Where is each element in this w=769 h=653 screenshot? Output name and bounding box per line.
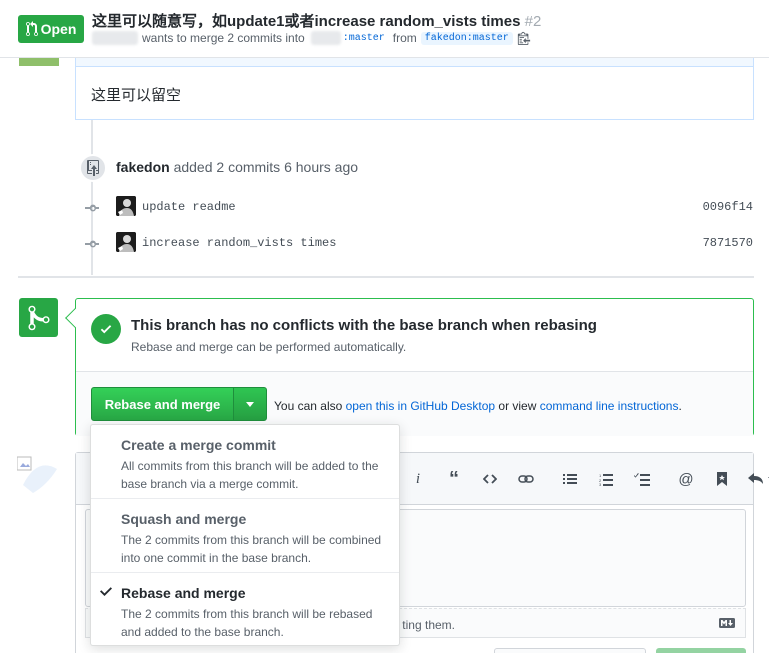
comment-submit-button[interactable] bbox=[656, 648, 746, 653]
pr-state-label: Open bbox=[40, 21, 77, 37]
menu-item-title: Create a merge commit bbox=[121, 437, 276, 453]
menu-item-create-merge-commit[interactable]: Create a merge commit All commits from t… bbox=[91, 425, 399, 499]
check-icon bbox=[100, 587, 112, 596]
menu-item-description: The 2 commits from this branch will be c… bbox=[121, 533, 382, 565]
link-icon[interactable] bbox=[514, 468, 538, 490]
head-branch[interactable]: fakedon:master bbox=[420, 31, 513, 45]
attach-hint-text: ting them. bbox=[402, 618, 455, 632]
commit-row: update readme 0096f14 bbox=[0, 196, 769, 220]
pr-sticky-header: Open 这里可以随意写，如update1或者increase random_v… bbox=[0, 0, 769, 58]
rebase-and-merge-button[interactable]: Rebase and merge bbox=[91, 387, 234, 421]
pr-number: #2 bbox=[524, 13, 542, 30]
svg-text:3: 3 bbox=[599, 482, 602, 486]
broken-avatar-image bbox=[17, 456, 57, 493]
task-list-icon[interactable] bbox=[630, 468, 654, 490]
merge-hint-mid: or view bbox=[498, 399, 537, 413]
base-branch[interactable]: :master bbox=[339, 32, 389, 45]
menu-item-description: All commits from this branch will be add… bbox=[121, 459, 379, 491]
code-icon[interactable] bbox=[478, 468, 502, 490]
open-github-desktop-link[interactable]: open this in GitHub Desktop bbox=[346, 399, 495, 413]
commit-message[interactable]: update readme bbox=[142, 200, 236, 214]
pr-title: 这里可以随意写，如update1或者increase random_vists … bbox=[92, 10, 541, 31]
pr-title-text: 这里可以随意写，如update1或者increase random_vists … bbox=[92, 13, 521, 30]
author-redacted bbox=[92, 31, 138, 45]
commit-row: increase random_vists times 7871570 bbox=[0, 232, 769, 256]
pr-meta-from: from bbox=[392, 31, 417, 45]
bookmark-icon[interactable] bbox=[710, 468, 734, 490]
git-commit-icon bbox=[85, 240, 99, 248]
menu-item-squash-and-merge[interactable]: Squash and merge The 2 commits from this… bbox=[91, 499, 399, 573]
commit-author-avatar[interactable] bbox=[116, 196, 136, 216]
avatar[interactable] bbox=[19, 58, 59, 66]
status-check bbox=[91, 314, 121, 344]
merge-box: This branch has no conflicts with the ba… bbox=[65, 298, 754, 436]
merge-hint: You can also open this in GitHub Desktop… bbox=[274, 399, 682, 413]
comment-body: 这里可以留空 bbox=[91, 87, 182, 104]
comment-header bbox=[76, 58, 753, 67]
merge-hint-prefix: You can also bbox=[274, 399, 343, 413]
merge-method-menu: Create a merge commit All commits from t… bbox=[90, 424, 400, 646]
reply-icon[interactable] bbox=[746, 468, 769, 490]
unordered-list-icon[interactable] bbox=[558, 468, 582, 490]
check-icon bbox=[100, 325, 112, 334]
ordered-list-icon[interactable]: 123 bbox=[594, 468, 618, 490]
pr-meta: wants to merge 2 commits into :master fr… bbox=[92, 31, 531, 45]
commit-event: fakedon added 2 commits 6 hours ago bbox=[116, 159, 358, 175]
caret-down-icon bbox=[246, 401, 254, 407]
event-text: added 2 commits 6 hours ago bbox=[173, 159, 359, 175]
clipboard-icon[interactable] bbox=[517, 31, 531, 45]
merge-hint-suffix: . bbox=[678, 399, 682, 413]
close-pull-request-button[interactable] bbox=[494, 648, 646, 653]
quote-icon[interactable]: “ bbox=[442, 468, 466, 490]
command-line-instructions-link[interactable]: command line instructions bbox=[540, 399, 679, 413]
base-owner-redacted bbox=[310, 31, 341, 45]
commit-author-avatar[interactable] bbox=[116, 232, 136, 252]
merge-status-subtitle: Rebase and merge can be performed automa… bbox=[131, 340, 407, 354]
merge-status-title: This branch has no conflicts with the ba… bbox=[131, 317, 597, 334]
event-actor[interactable]: fakedon bbox=[116, 159, 170, 175]
pull-request-icon bbox=[25, 21, 38, 37]
commit-message[interactable]: increase random_vists times bbox=[142, 236, 336, 250]
menu-item-rebase-and-merge[interactable]: Rebase and merge The 2 commits from this… bbox=[91, 573, 399, 647]
merge-method-dropdown-button[interactable] bbox=[233, 387, 267, 421]
pr-state-badge: Open bbox=[18, 15, 84, 43]
git-commit-icon bbox=[85, 204, 99, 212]
commit-sha[interactable]: 0096f14 bbox=[703, 200, 753, 214]
pr-comment: 这里可以留空 bbox=[75, 58, 754, 120]
portrait-icon bbox=[116, 232, 136, 252]
markdown-toolbar: i “ 123 @ bbox=[406, 468, 769, 490]
markdown-icon bbox=[719, 618, 735, 628]
merge-box-pointer bbox=[65, 308, 85, 328]
merge-status-icon bbox=[19, 298, 58, 337]
timeline-divider bbox=[18, 276, 754, 278]
commit-event-badge bbox=[79, 154, 107, 182]
menu-item-title: Rebase and merge bbox=[121, 585, 246, 601]
git-merge-icon bbox=[28, 305, 49, 330]
portrait-icon bbox=[116, 196, 136, 216]
italic-icon[interactable]: i bbox=[406, 468, 430, 490]
menu-item-description: The 2 commits from this branch will be r… bbox=[121, 607, 373, 639]
pr-meta-wants: wants to merge 2 commits into bbox=[142, 31, 305, 45]
mention-icon[interactable]: @ bbox=[674, 468, 698, 490]
menu-item-title: Squash and merge bbox=[121, 511, 247, 527]
repo-push-icon bbox=[87, 160, 99, 176]
commit-sha[interactable]: 7871570 bbox=[703, 236, 753, 250]
